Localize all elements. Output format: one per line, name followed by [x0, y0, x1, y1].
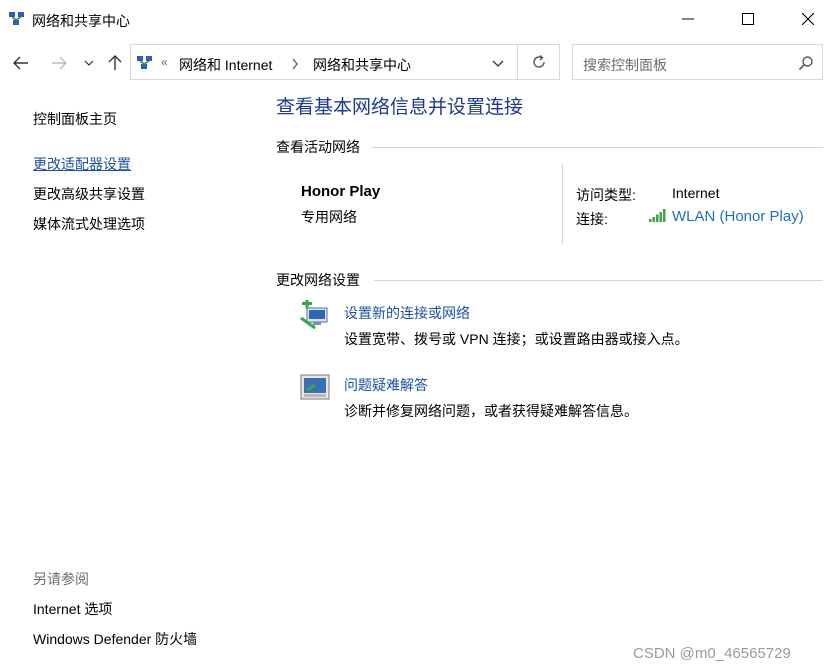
wlan-connection-link[interactable]: WLAN (Honor Play): [672, 208, 804, 225]
change-settings-heading: 更改网络设置: [276, 272, 360, 288]
close-icon: [802, 13, 814, 25]
arrow-left-icon: [13, 56, 28, 70]
sidebar-change-adapter-settings[interactable]: 更改适配器设置: [33, 154, 131, 174]
navigation-bar: « 网络和 Internet 网络和共享中心 搜索控制面板: [0, 42, 825, 84]
refresh-icon: [532, 54, 545, 68]
breadcrumb-network-internet[interactable]: 网络和 Internet: [179, 55, 272, 75]
maximize-button[interactable]: [718, 0, 778, 38]
title-bar: 网络和共享中心: [0, 0, 825, 40]
wifi-signal-icon: [649, 209, 666, 222]
search-box[interactable]: 搜索控制面板: [572, 44, 823, 80]
breadcrumb-network-sharing-center[interactable]: 网络和共享中心: [313, 55, 411, 75]
sidebar-change-advanced-sharing[interactable]: 更改高级共享设置: [33, 184, 145, 204]
setup-new-connection-link[interactable]: 设置新的连接或网络: [344, 303, 470, 323]
troubleshoot-problems-link[interactable]: 问题疑难解答: [344, 375, 428, 395]
chevron-down-icon: [492, 60, 504, 67]
arrow-right-icon: [52, 56, 67, 70]
sidebar-control-panel-home[interactable]: 控制面板主页: [33, 109, 117, 129]
chevron-right-icon[interactable]: [291, 58, 299, 70]
network-divider: [562, 164, 563, 244]
access-type-label: 访问类型:: [576, 187, 636, 203]
network-name: Honor Play: [301, 183, 381, 200]
network-center-icon: [9, 12, 24, 25]
arrow-up-icon: [108, 55, 122, 70]
page-title: 查看基本网络信息并设置连接: [276, 97, 524, 118]
recent-locations-button[interactable]: [80, 50, 98, 76]
maximize-icon: [742, 13, 754, 25]
breadcrumb-overflow[interactable]: «: [161, 55, 168, 69]
search-input[interactable]: 搜索控制面板: [583, 55, 667, 75]
section-divider: [374, 280, 823, 281]
address-dropdown-button[interactable]: [489, 55, 507, 71]
network-center-icon: [137, 56, 152, 69]
network-category: 专用网络: [301, 209, 357, 225]
minimize-icon: [682, 18, 694, 20]
troubleshoot-icon: [300, 374, 330, 400]
window-title: 网络和共享中心: [32, 13, 130, 29]
sidebar-media-streaming-options[interactable]: 媒体流式处理选项: [33, 214, 145, 234]
up-button[interactable]: [102, 50, 128, 76]
close-button[interactable]: [778, 0, 825, 38]
chevron-down-icon: [84, 60, 94, 66]
minimize-button[interactable]: [658, 0, 718, 38]
sidebar-defender-firewall[interactable]: Windows Defender 防火墙: [33, 629, 197, 649]
search-icon[interactable]: [798, 55, 814, 71]
forward-button[interactable]: [46, 50, 72, 76]
new-connection-icon: [300, 300, 328, 330]
watermark: CSDN @m0_46565729: [633, 645, 791, 662]
sidebar-internet-options[interactable]: Internet 选项: [33, 599, 112, 619]
connection-label: 连接:: [576, 211, 608, 227]
see-also-heading: 另请参阅: [33, 571, 89, 587]
active-networks-heading: 查看活动网络: [276, 139, 360, 155]
address-bar[interactable]: « 网络和 Internet 网络和共享中心: [130, 44, 518, 80]
access-type-value: Internet: [672, 185, 720, 201]
refresh-button[interactable]: [517, 44, 560, 80]
back-button[interactable]: [8, 50, 34, 76]
setup-new-connection-description: 设置宽带、拨号或 VPN 连接；或设置路由器或接入点。: [344, 331, 689, 347]
troubleshoot-problems-description: 诊断并修复网络问题，或者获得疑难解答信息。: [344, 403, 638, 419]
section-divider: [372, 147, 823, 148]
